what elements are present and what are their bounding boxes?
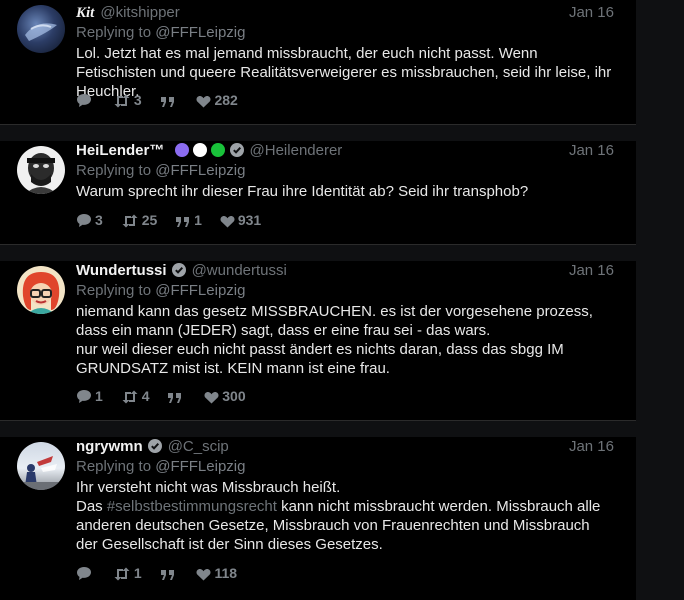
retweet-icon	[114, 567, 130, 581]
mention-link[interactable]: @FFFLeipzig	[155, 282, 245, 299]
tweet-header: ngrywmn @C_scip Jan 16	[76, 437, 614, 457]
display-name[interactable]: Wundertussi	[76, 262, 167, 279]
timestamp[interactable]: Jan 16	[569, 3, 614, 23]
quote-button[interactable]	[160, 565, 179, 581]
replying-to: Replying to @FFFLeipzig	[76, 162, 246, 179]
reply-button[interactable]	[76, 92, 95, 108]
retweet-button[interactable]: 3	[113, 92, 142, 108]
timestamp[interactable]: Jan 16	[569, 141, 614, 161]
like-button[interactable]: 931	[220, 212, 261, 228]
tweet-text: Warum sprecht ihr dieser Frau ihre Ident…	[76, 183, 529, 200]
tweet[interactable]: ngrywmn @C_scip Jan 16 Replying to @FFFLe…	[0, 437, 636, 600]
retweet-button[interactable]: 1	[113, 565, 142, 581]
green-circle-icon	[210, 143, 225, 157]
display-name[interactable]: ngrywmn	[76, 438, 143, 455]
quote-button[interactable]	[167, 388, 186, 404]
reply-button[interactable]: 3	[76, 212, 103, 228]
tweet-actions: 3 25 1 931	[76, 211, 275, 229]
tweet-separator	[0, 420, 636, 421]
quote-button[interactable]	[160, 92, 179, 108]
retweet-button[interactable]: 4	[121, 388, 149, 404]
reply-button[interactable]: 1	[76, 388, 103, 404]
like-button[interactable]: 300	[204, 388, 246, 404]
white-circle-icon	[192, 143, 207, 157]
tweet-actions: 1 4 300	[76, 387, 260, 405]
timestamp[interactable]: Jan 16	[569, 261, 614, 281]
user-handle[interactable]: @wundertussi	[192, 262, 287, 279]
display-name[interactable]: Kit	[76, 5, 94, 21]
like-button[interactable]: 118	[196, 565, 237, 581]
mention-link[interactable]: @FFFLeipzig	[155, 458, 245, 475]
heart-icon	[196, 569, 211, 581]
tweet-actions: 3 282	[76, 91, 252, 109]
tweet-header: HeiLender™ @Heilenderer Jan 16	[76, 141, 614, 161]
reply-icon	[77, 94, 91, 108]
verified-badge-icon	[229, 143, 244, 157]
quote-button[interactable]: 1	[175, 212, 202, 228]
tweet[interactable]: HeiLender™ @Heilenderer Jan 16 Replying …	[0, 141, 636, 244]
purple-circle-icon	[174, 143, 189, 157]
tweet-header: Kit @kitshipper Jan 16	[76, 3, 614, 23]
reply-button[interactable]	[76, 565, 95, 581]
user-handle[interactable]: @C_scip	[168, 438, 229, 455]
like-button[interactable]: 282	[196, 92, 238, 108]
display-name[interactable]: HeiLender™	[76, 142, 164, 159]
avatar[interactable]	[17, 266, 65, 314]
quote-icon	[168, 393, 182, 404]
tweet[interactable]: Wundertussi @wundertussi Jan 16 Replying …	[0, 261, 636, 420]
timestamp[interactable]: Jan 16	[569, 437, 614, 457]
user-handle[interactable]: @kitshipper	[100, 4, 179, 21]
reply-icon	[77, 567, 91, 581]
replying-to: Replying to @FFFLeipzig	[76, 458, 246, 475]
verified-badge-icon	[171, 263, 186, 277]
hashtag-link[interactable]: #selbstbestimmungsrecht	[107, 498, 277, 515]
quote-icon	[160, 570, 174, 581]
retweet-icon	[122, 214, 138, 228]
avatar[interactable]	[17, 442, 65, 490]
tweet-text: Ihr versteht nicht was Missbrauch heißt.…	[76, 479, 601, 553]
tweet-header: Wundertussi @wundertussi Jan 16	[76, 261, 614, 281]
heart-icon	[196, 96, 211, 108]
reply-feed: Kit @kitshipper Jan 16 Replying to @FFFLe…	[0, 0, 684, 600]
heart-icon	[220, 216, 235, 228]
user-handle[interactable]: @Heilenderer	[250, 142, 343, 159]
mention-link[interactable]: @FFFLeipzig	[155, 24, 245, 41]
tweet-separator	[0, 124, 636, 125]
tweet-separator	[0, 244, 636, 245]
tweet-text: niemand kann das gesetz MISSBRAUCHEN. es…	[76, 303, 593, 377]
avatar[interactable]	[17, 5, 65, 53]
replying-to: Replying to @FFFLeipzig	[76, 24, 246, 41]
mention-link[interactable]: @FFFLeipzig	[155, 162, 245, 179]
retweet-button[interactable]: 25	[121, 212, 157, 228]
tweet-actions: 1 118	[76, 564, 251, 582]
avatar[interactable]	[17, 146, 65, 194]
retweet-icon	[114, 94, 130, 108]
tweet[interactable]: Kit @kitshipper Jan 16 Replying to @FFFLe…	[0, 0, 636, 124]
verified-badge-icon	[147, 439, 162, 453]
quote-icon	[176, 217, 190, 228]
reply-icon	[77, 214, 91, 228]
reply-icon	[77, 390, 91, 404]
replying-to: Replying to @FFFLeipzig	[76, 282, 246, 299]
heart-icon	[204, 392, 219, 404]
quote-icon	[160, 97, 174, 108]
retweet-icon	[122, 390, 138, 404]
